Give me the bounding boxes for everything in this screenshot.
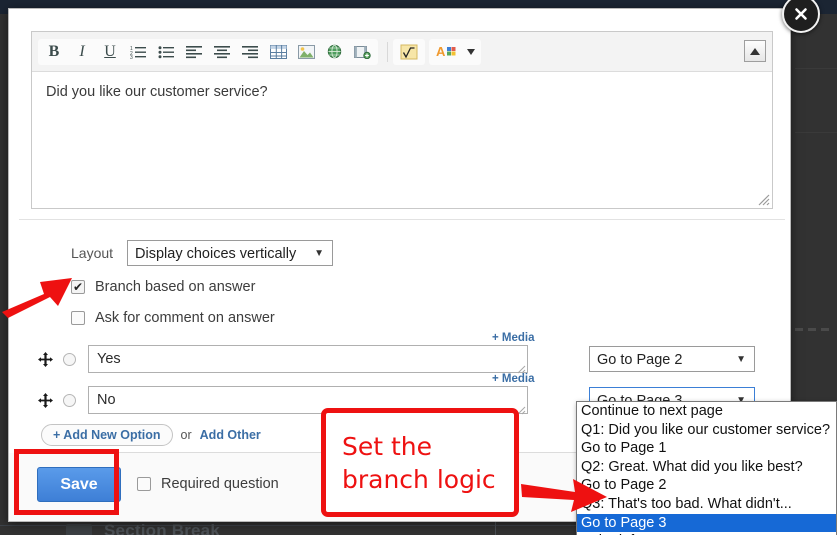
option-text-input[interactable]: Yes <box>88 345 528 374</box>
dropdown-item[interactable]: Q1: Did you like our customer service? <box>577 421 836 440</box>
annotation-line-2: branch logic <box>342 464 496 494</box>
background-dash <box>821 328 829 331</box>
dropdown-item[interactable]: Go to Page 1 <box>577 439 836 458</box>
rich-text-editor: B I U 1 2 3 A Did you like our customer … <box>31 31 773 209</box>
insert-image-icon[interactable] <box>294 40 318 64</box>
toolbar-group-formula <box>393 38 425 65</box>
background-divider <box>795 132 837 133</box>
ask-for-comment-row[interactable]: Ask for comment on answer <box>71 310 275 326</box>
dropdown-item[interactable]: Go to Page 2 <box>577 476 836 495</box>
editor-divider <box>19 219 785 220</box>
drag-handle-icon[interactable] <box>35 349 55 369</box>
svg-text:A: A <box>436 44 446 59</box>
layout-label: Layout <box>71 245 114 261</box>
dropdown-item-selected[interactable]: Go to Page 3 <box>577 513 836 533</box>
close-icon <box>795 8 807 20</box>
option-text-value: No <box>97 392 116 408</box>
add-new-option-button[interactable]: + Add New Option <box>41 424 173 446</box>
bold-icon[interactable]: B <box>42 40 66 64</box>
underline-icon[interactable]: U <box>98 40 122 64</box>
ask-for-comment-label: Ask for comment on answer <box>95 310 275 326</box>
option-radio-button[interactable] <box>63 352 76 366</box>
ask-for-comment-checkbox[interactable] <box>71 311 85 325</box>
math-formula-icon[interactable] <box>397 40 421 64</box>
insert-link-icon[interactable] <box>322 40 346 64</box>
option-row: Yes <box>35 345 528 374</box>
table-icon[interactable] <box>266 40 290 64</box>
required-question-label: Required question <box>161 476 279 492</box>
background-section-break-label: Section Break <box>104 521 220 535</box>
resize-handle-icon[interactable] <box>516 361 526 374</box>
branch-based-on-answer-label: Branch based on answer <box>95 279 256 295</box>
add-media-link[interactable]: + Media <box>492 373 535 385</box>
branch-based-on-answer-checkbox[interactable]: ✔ <box>71 280 85 294</box>
add-media-link[interactable]: + Media <box>492 332 535 344</box>
toolbar-separator <box>387 41 388 62</box>
dropdown-item[interactable]: Q3: That's too bad. What didn't... <box>577 495 836 514</box>
chevron-down-icon: ▼ <box>736 354 746 365</box>
annotation-callout-box: Set the branch logic <box>321 408 519 517</box>
insert-video-icon[interactable] <box>350 40 374 64</box>
chevron-down-icon: ▼ <box>314 248 325 259</box>
svg-text:3: 3 <box>130 55 133 59</box>
question-text: Did you like our customer service? <box>46 84 268 100</box>
branch-target-select-yes[interactable]: Go to Page 2 ▼ <box>589 346 755 372</box>
background-dash <box>795 328 803 331</box>
annotation-line-1: Set the <box>342 431 433 461</box>
editor-toolbar: B I U 1 2 3 A <box>32 32 772 72</box>
question-text-area[interactable]: Did you like our customer service? <box>32 72 772 208</box>
numbered-list-icon[interactable]: 1 2 3 <box>126 40 150 64</box>
branch-target-dropdown-list[interactable]: Continue to next page Q1: Did you like o… <box>576 401 837 535</box>
align-right-icon[interactable] <box>238 40 262 64</box>
align-left-icon[interactable] <box>182 40 206 64</box>
text-color-icon[interactable]: A <box>433 40 461 64</box>
add-other-link[interactable]: Add Other <box>200 428 261 442</box>
branch-based-on-answer-row[interactable]: ✔ Branch based on answer <box>71 279 255 295</box>
required-question-checkbox[interactable] <box>137 477 151 491</box>
drag-handle-icon[interactable] <box>35 390 55 410</box>
check-icon: ✔ <box>72 279 84 294</box>
screen: Section Break B I U 1 2 3 A Did you like… <box>0 0 837 535</box>
dropdown-item[interactable]: Continue to next page <box>577 402 836 421</box>
layout-row: Layout Display choices vertically ▼ <box>71 240 334 266</box>
editor-collapse-button[interactable] <box>744 40 766 62</box>
layout-select-value: Display choices vertically <box>135 246 297 262</box>
toolbar-group-color: A <box>429 38 481 65</box>
background-divider <box>495 522 496 535</box>
dropdown-item[interactable]: Q2: Great. What did you like best? <box>577 458 836 477</box>
option-radio-button[interactable] <box>63 393 76 407</box>
branch-target-value: Go to Page 2 <box>597 352 683 368</box>
resize-handle-icon[interactable] <box>757 193 770 206</box>
required-question-row[interactable]: Required question <box>137 476 279 492</box>
add-option-row: + Add New Option or Add Other <box>41 424 261 446</box>
toolbar-group-text: B I U 1 2 3 <box>38 38 378 65</box>
bulleted-list-icon[interactable] <box>154 40 178 64</box>
option-text-value: Yes <box>97 351 121 367</box>
italic-icon[interactable]: I <box>70 40 94 64</box>
save-button[interactable]: Save <box>37 467 121 502</box>
align-center-icon[interactable] <box>210 40 234 64</box>
background-icon-chip <box>66 524 92 535</box>
background-divider <box>795 68 837 69</box>
layout-select[interactable]: Display choices vertically ▼ <box>127 240 334 266</box>
chevron-down-icon[interactable] <box>465 40 477 64</box>
background-dash <box>808 328 816 331</box>
or-label: or <box>180 428 192 442</box>
